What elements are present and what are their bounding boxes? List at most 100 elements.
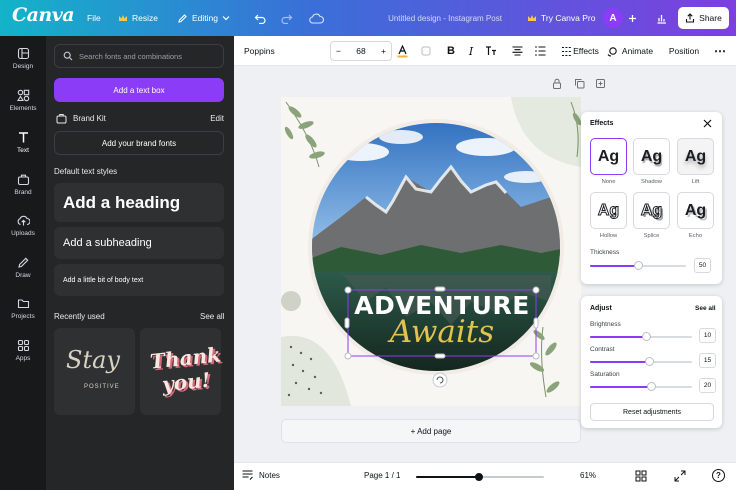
brightness-value[interactable]: 10 — [699, 328, 716, 343]
undo-button[interactable] — [254, 0, 267, 36]
effect-label: Hollow — [599, 233, 618, 239]
uppercase-button[interactable] — [483, 36, 499, 66]
slider-knob[interactable] — [644, 357, 654, 366]
brightness-slider[interactable] — [590, 332, 692, 341]
top-header-bar: Canva File Resize Editing Untitled desig… — [0, 0, 736, 36]
share-button[interactable]: Share — [678, 7, 729, 29]
font-size-stepper[interactable]: − 68 + — [330, 41, 392, 61]
effect-hollow-option[interactable]: Ag — [590, 192, 627, 229]
reset-adjustments-button[interactable]: Reset adjustments — [590, 403, 714, 421]
try-canva-pro-button[interactable]: Try Canva Pro — [527, 0, 595, 36]
lock-icon[interactable] — [552, 78, 562, 89]
slider-knob[interactable] — [641, 332, 651, 341]
brand-kit-row: Brand Kit Edit — [56, 111, 224, 125]
position-button[interactable]: Position — [664, 36, 704, 66]
rail-item-draw[interactable]: Draw — [0, 256, 46, 279]
canvas-artwork — [281, 97, 581, 406]
fullscreen-icon[interactable] — [674, 470, 686, 482]
saturation-slider[interactable] — [590, 382, 692, 391]
add-heading-button[interactable]: Add a heading — [54, 183, 224, 222]
contrast-value[interactable]: 15 — [699, 353, 716, 368]
slider-fill — [590, 361, 650, 363]
bottom-bar: Notes Page 1 / 1 61% ? — [234, 462, 736, 490]
rail-item-projects[interactable]: Projects — [0, 297, 46, 320]
list-button[interactable] — [532, 36, 548, 66]
add-page-button[interactable]: + Add page — [281, 419, 581, 443]
canva-logo[interactable]: Canva — [12, 4, 75, 26]
search-input[interactable]: Search fonts and combinations — [54, 44, 224, 68]
highlight-color-button[interactable] — [418, 36, 434, 66]
effects-panel-title: Effects — [590, 120, 614, 127]
adjust-panel: Adjust See all Brightness 10 Contrast 15… — [581, 296, 722, 428]
rail-item-design[interactable]: Design — [0, 47, 46, 70]
more-options-icon[interactable]: ⋯ — [712, 36, 728, 66]
chevron-down-icon — [222, 15, 230, 21]
document-title[interactable]: Untitled design - Instagram Post — [370, 0, 520, 36]
analytics-button[interactable] — [656, 0, 667, 36]
add-page-icon[interactable] — [595, 78, 606, 89]
add-text-box-button[interactable]: Add a text box — [54, 78, 224, 102]
awaits-script-text[interactable]: Awaits — [348, 314, 536, 350]
editing-mode-button[interactable]: Editing — [177, 0, 230, 36]
effect-splice-option[interactable]: Ag — [633, 192, 670, 229]
add-subheading-button[interactable]: Add a subheading — [54, 227, 224, 259]
thickness-slider[interactable] — [590, 261, 686, 270]
slider-fill — [416, 476, 479, 478]
grid-view-icon[interactable] — [635, 470, 647, 482]
rail-item-elements[interactable]: Elements — [0, 89, 46, 112]
resize-button[interactable]: Resize — [118, 0, 158, 36]
rail-item-brand[interactable]: Brand — [0, 173, 46, 196]
recently-used-see-all[interactable]: See all — [200, 312, 224, 321]
duplicate-page-icon[interactable] — [574, 78, 585, 89]
text-color-button[interactable] — [394, 36, 410, 66]
file-menu-button[interactable]: File — [87, 0, 101, 36]
effect-echo-option[interactable]: Ag — [677, 192, 714, 229]
close-icon[interactable] — [703, 119, 712, 128]
try-pro-label: Try Canva Pro — [541, 13, 596, 23]
saturation-value[interactable]: 20 — [699, 378, 716, 393]
font-family-dropdown[interactable]: Poppins — [240, 36, 326, 66]
avatar[interactable]: A — [603, 8, 623, 28]
thickness-value[interactable]: 50 — [694, 258, 711, 273]
zoom-level[interactable]: 61% — [580, 471, 596, 480]
add-brand-fonts-button[interactable]: Add your brand fonts — [54, 131, 224, 155]
align-center-button[interactable] — [509, 36, 525, 66]
slider-knob[interactable] — [474, 473, 483, 481]
animate-button[interactable]: Animate — [605, 36, 655, 66]
font-size-value[interactable]: 68 — [356, 46, 365, 56]
uppercase-icon — [485, 45, 497, 57]
recent-template-stay-positive[interactable]: Stay POSITIVE — [54, 328, 135, 415]
plus-icon[interactable]: + — [381, 46, 386, 56]
zoom-slider[interactable] — [416, 473, 544, 481]
rail-item-apps[interactable]: Apps — [0, 339, 46, 362]
slider-knob[interactable] — [633, 261, 643, 270]
adjust-see-all-link[interactable]: See all — [695, 305, 716, 312]
design-canvas[interactable]: ADVENTURE Awaits — [281, 97, 581, 406]
italic-button[interactable]: I — [464, 36, 478, 66]
page-indicator[interactable]: Page 1 / 1 — [364, 471, 400, 480]
effect-none-option[interactable]: Ag — [590, 138, 627, 175]
add-collaborator-button[interactable] — [628, 0, 637, 36]
notes-button[interactable]: Notes — [242, 470, 280, 480]
bold-button[interactable]: B — [444, 36, 458, 66]
slider-fill — [590, 386, 652, 388]
saturation-label: Saturation — [590, 371, 620, 378]
recent-template-thank-you[interactable]: Thank you! — [140, 328, 222, 415]
cloud-save-button[interactable] — [309, 0, 324, 36]
effect-shadow-option[interactable]: Ag — [633, 138, 670, 175]
contrast-slider[interactable] — [590, 357, 692, 366]
effect-lift-option[interactable]: Ag — [677, 138, 714, 175]
add-body-text-button[interactable]: Add a little bit of body text — [54, 264, 224, 296]
context-toolbar: Poppins − 68 + B I Effects Animate Posit… — [234, 36, 736, 66]
uploads-icon — [17, 214, 30, 227]
search-icon — [63, 51, 73, 61]
rail-item-uploads[interactable]: Uploads — [0, 214, 46, 237]
slider-knob[interactable] — [646, 382, 656, 391]
minus-icon[interactable]: − — [336, 46, 341, 56]
share-icon — [685, 13, 695, 23]
rail-item-text[interactable]: Text — [0, 131, 46, 154]
search-placeholder: Search fonts and combinations — [79, 51, 182, 61]
brand-kit-edit-link[interactable]: Edit — [210, 114, 224, 123]
help-icon[interactable]: ? — [712, 469, 725, 482]
redo-button[interactable] — [280, 0, 293, 36]
